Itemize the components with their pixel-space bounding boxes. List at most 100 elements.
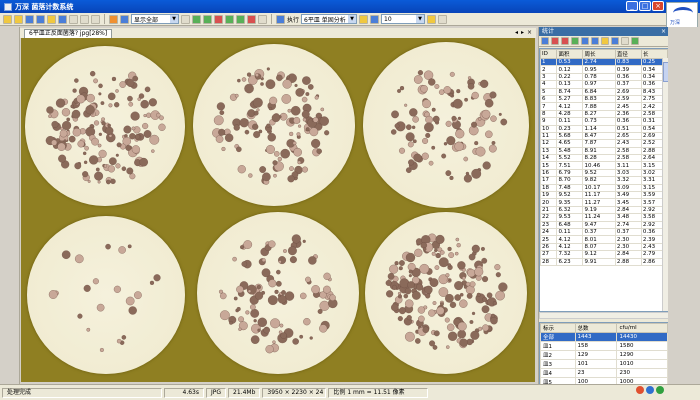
document-tab[interactable]: 6平皿正反面菌落? jpg[28%]: [24, 29, 113, 38]
panel-close-icon[interactable]: ×: [661, 27, 666, 36]
colony-row[interactable]: 22 9.53 11.24 3.48 3.58: [540, 213, 668, 222]
pencil-icon[interactable]: [47, 14, 56, 24]
colony-row[interactable]: 26 4.12 8.07 2.30 2.43: [540, 242, 668, 252]
print-table-icon[interactable]: [631, 37, 639, 45]
colony-row[interactable]: 17 8.70 9.82 3.32 3.31: [540, 176, 668, 185]
colony-row[interactable]: 14 5.52 8.28 2.58 2.64: [540, 154, 668, 163]
colony-row[interactable]: 4 0.13 0.97 0.37 0.36: [540, 80, 668, 89]
colony-mark: [77, 313, 83, 319]
grid-icon[interactable]: [181, 14, 190, 24]
colony-table-hscrollbar[interactable]: [539, 312, 669, 319]
colony-row[interactable]: 11 5.68 8.47 2.65 2.69: [540, 131, 668, 141]
summary-row[interactable]: 皿4 23 230: [540, 368, 668, 378]
image-icon[interactable]: [370, 14, 380, 24]
colony-row[interactable]: 2 0.12 0.95 0.39 0.34: [540, 65, 668, 74]
colony-row[interactable]: 28 6.23 9.91 2.88 2.86: [540, 257, 668, 266]
zoom-icon[interactable]: [58, 14, 67, 24]
colony-row[interactable]: 25 4.12 8.01 2.30 2.39: [540, 235, 668, 244]
magnify-icon[interactable]: [120, 14, 129, 24]
colony-row[interactable]: 21 6.32 9.19 2.84 2.92: [540, 205, 668, 215]
colony-row[interactable]: 5 8.74 6.84 2.69 8.43: [540, 87, 668, 96]
redo-icon[interactable]: [91, 14, 100, 24]
chart-icon[interactable]: [581, 37, 589, 45]
colony-row[interactable]: 19 9.52 11.17 3.49 3.59: [540, 191, 668, 200]
column-header[interactable]: 周长: [582, 49, 616, 59]
refresh-icon[interactable]: [541, 37, 549, 45]
colony-mark: [464, 97, 468, 102]
minimize-button[interactable]: _: [626, 1, 638, 11]
colony-row[interactable]: 15 7.51 10.46 3.11 3.15: [540, 161, 668, 170]
colony-row[interactable]: 1 0.53 2.74 0.83 0.25: [540, 57, 668, 67]
sort-icon[interactable]: [551, 37, 559, 45]
filter-icon[interactable]: [561, 37, 569, 45]
merge-icon[interactable]: [236, 14, 245, 24]
status-icons: [636, 386, 664, 394]
view-mode-dropdown[interactable]: 显示全部 ▼: [131, 14, 179, 24]
colony-row[interactable]: 7 4.12 7.88 2.45 2.42: [540, 102, 668, 111]
delete-point-icon[interactable]: [214, 14, 223, 24]
column-header[interactable]: 标示: [540, 323, 576, 333]
colony-table[interactable]: ID 面积 周长 直径长 1 0.53 2.74 0.83 0.25 2 0.12 0.95 0.39…: [539, 48, 669, 312]
colony-mark: [280, 332, 287, 339]
add-point-icon[interactable]: [203, 14, 212, 24]
histogram-icon[interactable]: [591, 37, 599, 45]
tab-scroll-left-icon[interactable]: ◂: [515, 29, 518, 36]
colony-row[interactable]: 9 0.11 0.73 0.36 0.31: [540, 117, 668, 126]
image-canvas[interactable]: [21, 38, 535, 382]
summary-row[interactable]: 全部 1443 14430: [540, 332, 668, 342]
funnel-icon[interactable]: [571, 37, 579, 45]
folder-icon[interactable]: [359, 14, 369, 24]
summary-row[interactable]: 皿2 129 1290: [540, 350, 668, 360]
colony-row[interactable]: 18 7.48 10.17 3.09 3.15: [540, 183, 668, 193]
columns-icon[interactable]: [621, 37, 629, 45]
colony-row[interactable]: 6 5.27 8.83 2.59 2.75: [540, 94, 668, 104]
undo-icon[interactable]: [80, 14, 89, 24]
save-icon[interactable]: [25, 14, 34, 24]
text-icon[interactable]: [69, 14, 78, 24]
column-header[interactable]: cfu/ml: [616, 323, 668, 333]
tab-scroll-right-icon[interactable]: ▸: [521, 29, 524, 36]
split-icon[interactable]: [225, 14, 234, 24]
threshold-input[interactable]: 10 ▼: [381, 14, 426, 24]
column-header[interactable]: 总数: [574, 323, 618, 333]
colony-mark: [418, 315, 425, 323]
column-header[interactable]: 面积: [556, 49, 584, 59]
summary-row[interactable]: 皿1 158 1580: [540, 341, 668, 351]
export-icon[interactable]: [601, 37, 609, 45]
colony-row[interactable]: 23 6.48 9.47 2.74 2.92: [540, 220, 668, 230]
tab-close-icon[interactable]: ×: [527, 29, 532, 36]
colony-row[interactable]: 27 7.32 9.12 2.84 2.79: [540, 250, 668, 259]
run-button[interactable]: 执行: [287, 15, 299, 24]
close-button[interactable]: ×: [652, 1, 664, 11]
colony-row[interactable]: 12 4.65 7.87 2.43 2.52: [540, 139, 668, 148]
column-header[interactable]: 直径: [614, 49, 642, 59]
ok-icon[interactable]: [656, 386, 664, 394]
stop-icon[interactable]: [636, 386, 644, 394]
colony-mark: [399, 86, 405, 91]
detect-mode-dropdown[interactable]: 6平皿 单固分析 ▼: [301, 14, 358, 24]
copy-icon[interactable]: [611, 37, 619, 45]
colony-row[interactable]: 3 0.22 0.78 0.36 0.34: [540, 72, 668, 82]
star-icon[interactable]: [427, 14, 437, 24]
colony-row[interactable]: 13 5.48 8.91 2.58 2.88: [540, 146, 668, 156]
colony-row[interactable]: 24 0.11 0.37 0.37 0.36: [540, 227, 668, 237]
table-cell: 23: [540, 220, 558, 230]
new-file-icon[interactable]: [3, 14, 12, 24]
summary-row[interactable]: 皿3 101 1010: [540, 359, 668, 369]
colony-mark: [397, 294, 403, 299]
colony-row[interactable]: 16 6.79 9.52 3.03 3.02: [540, 168, 668, 178]
colony-row[interactable]: 10 0.23 1.14 0.51 0.54: [540, 124, 668, 133]
erase-icon[interactable]: [247, 14, 256, 24]
colony-row[interactable]: 20 9.35 11.27 3.45 3.57: [540, 198, 668, 207]
select-tool-icon[interactable]: [109, 14, 118, 24]
print-icon[interactable]: [36, 14, 45, 24]
play-icon[interactable]: [276, 14, 285, 24]
settings-icon[interactable]: [258, 14, 267, 24]
open-folder-icon[interactable]: [14, 14, 23, 24]
maximize-button[interactable]: □: [639, 1, 651, 11]
info-icon[interactable]: [646, 386, 654, 394]
column-header[interactable]: ID: [540, 49, 558, 59]
crop-icon[interactable]: [192, 14, 201, 24]
colony-row[interactable]: 8 4.28 8.27 2.36 2.58: [540, 109, 668, 119]
options-icon[interactable]: [438, 14, 448, 24]
